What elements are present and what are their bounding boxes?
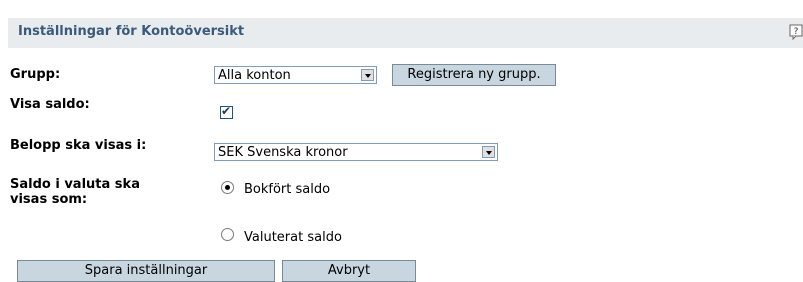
chevron-down-icon[interactable] <box>361 69 374 81</box>
save-settings-button[interactable]: Spara inställningar <box>17 260 275 282</box>
radio-valued-balance-label: Valuterat saldo <box>244 230 342 245</box>
chevron-down-icon[interactable] <box>482 146 495 158</box>
group-select-value: Alla konton <box>218 68 291 83</box>
panel-header: Inställningar för Kontoöversikt ? <box>8 18 803 48</box>
show-balance-label: Visa saldo: <box>10 97 90 112</box>
show-balance-checkbox[interactable] <box>220 104 233 119</box>
radio-booked-balance[interactable] <box>221 181 234 194</box>
cancel-button[interactable]: Avbryt <box>282 260 416 282</box>
radio-valued-balance[interactable] <box>221 228 234 241</box>
currency-select[interactable]: SEK Svenska kronor <box>214 143 498 161</box>
currency-select-value: SEK Svenska kronor <box>218 145 348 160</box>
currency-balance-label-line1: Saldo i valuta ska <box>10 177 140 192</box>
radio-booked-balance-label: Bokfört saldo <box>244 182 331 197</box>
panel-title: Inställningar för Kontoöversikt <box>18 24 245 39</box>
help-icon[interactable]: ? <box>789 24 803 40</box>
currency-balance-label-line2: visas som: <box>10 192 88 207</box>
group-label: Grupp: <box>10 67 61 82</box>
svg-text:?: ? <box>794 27 799 37</box>
register-group-button[interactable]: Registrera ny grupp. <box>392 64 556 86</box>
amount-currency-label: Belopp ska visas i: <box>10 138 147 153</box>
group-select[interactable]: Alla konton <box>214 66 377 84</box>
